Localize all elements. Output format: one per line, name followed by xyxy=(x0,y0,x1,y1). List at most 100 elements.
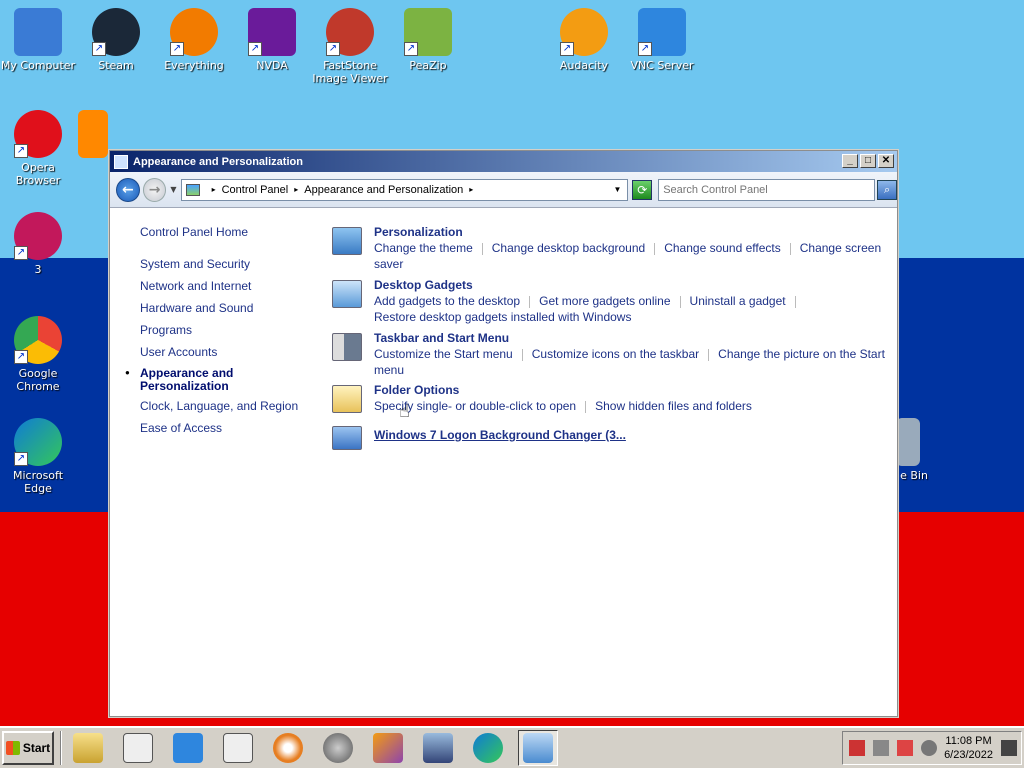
security-icon[interactable] xyxy=(849,740,865,756)
sidebar-item-ease[interactable]: Ease of Access xyxy=(140,417,298,439)
taskbar-earth[interactable] xyxy=(318,730,358,766)
star-icon: ↗ xyxy=(14,212,62,260)
edge-icon: ↗ xyxy=(14,418,62,466)
desktop-icon-everything[interactable]: ↗ Everything xyxy=(156,8,232,72)
back-button[interactable]: ← xyxy=(116,177,140,202)
category-title[interactable]: Folder Options xyxy=(374,383,897,398)
taskbar-icon xyxy=(332,333,362,361)
personalization-icon xyxy=(332,227,362,255)
control-panel-icon xyxy=(185,183,200,196)
start-button[interactable]: Start xyxy=(2,731,54,765)
vnc-icon xyxy=(173,733,203,763)
navigation-bar: ← → ▼ ▸ Control Panel ▸ Appearance and P… xyxy=(110,172,898,208)
start-label: Start xyxy=(22,741,51,755)
close-button[interactable]: ✕ xyxy=(878,154,894,168)
volume-icon[interactable] xyxy=(921,740,937,756)
minimize-button[interactable]: _ xyxy=(842,154,858,168)
taskbar-xnview[interactable] xyxy=(268,730,308,766)
control-panel-window: Appearance and Personalization _ □ ✕ ← →… xyxy=(109,150,898,717)
link-get-gadgets[interactable]: Get more gadgets online xyxy=(539,294,670,308)
link-change-background[interactable]: Change desktop background xyxy=(492,241,645,255)
vlc-icon xyxy=(78,110,108,158)
show-desktop-icon[interactable] xyxy=(1001,740,1017,756)
category-title[interactable]: Desktop Gadgets xyxy=(374,278,897,293)
chevron-right-icon[interactable]: ▸ xyxy=(469,185,473,194)
clock[interactable]: 11:08 PM 6/23/2022 xyxy=(944,734,993,762)
taskbar-control-panel[interactable] xyxy=(518,730,558,766)
sidebar: Control Panel Home System and Security N… xyxy=(125,221,298,439)
desktop-icon-my-computer[interactable]: My Computer xyxy=(0,8,76,72)
taskbar-edge[interactable] xyxy=(468,730,508,766)
link-add-gadgets[interactable]: Add gadgets to the desktop xyxy=(374,294,520,308)
desktop-icon-label: Steam xyxy=(98,59,134,72)
breadcrumb-appearance[interactable]: Appearance and Personalization xyxy=(304,184,463,196)
audacity-icon: ↗ xyxy=(560,8,608,56)
link-customize-taskbar-icons[interactable]: Customize icons on the taskbar xyxy=(532,347,699,361)
link-customize-start[interactable]: Customize the Start menu xyxy=(374,347,513,361)
taskbar-app1[interactable] xyxy=(118,730,158,766)
desktop-icon-vlc[interactable] xyxy=(78,110,108,161)
alert-icon[interactable] xyxy=(897,740,913,756)
desktop-icon-faststone[interactable]: ↗ FastStone Image Viewer xyxy=(312,8,388,85)
desktop-icon-audacity[interactable]: ↗ Audacity xyxy=(546,8,622,72)
address-bar[interactable]: ▸ Control Panel ▸ Appearance and Persona… xyxy=(180,178,629,201)
category-personalization: Personalization Change the theme Change d… xyxy=(332,225,897,272)
gadgets-icon xyxy=(332,280,362,308)
desktop-icon-3[interactable]: ↗ 3 xyxy=(0,212,76,276)
desktop-icon-nvda[interactable]: ↗ NVDA xyxy=(234,8,310,72)
category-title[interactable]: Windows 7 Logon Background Changer (3... xyxy=(374,424,897,443)
chevron-right-icon[interactable]: ▸ xyxy=(294,185,298,194)
search-button[interactable]: ⌕ xyxy=(877,179,898,200)
hand-cursor-icon: ☝ xyxy=(399,401,410,422)
sidebar-item-clock[interactable]: Clock, Language, and Region xyxy=(140,395,298,417)
link-change-sound[interactable]: Change sound effects xyxy=(664,241,781,255)
search-input[interactable] xyxy=(658,178,876,201)
sidebar-item-programs[interactable]: Programs xyxy=(140,319,298,341)
desktop-icon-steam[interactable]: ↗ Steam xyxy=(78,8,154,72)
network-icon[interactable] xyxy=(873,740,889,756)
link-change-theme[interactable]: Change the theme xyxy=(374,241,473,255)
breadcrumb-control-panel[interactable]: Control Panel xyxy=(222,184,289,196)
category-title[interactable]: Personalization xyxy=(374,225,897,240)
category-taskbar: Taskbar and Start Menu Customize the Sta… xyxy=(332,331,897,378)
desktop-icon-opera[interactable]: ↗ Opera Browser xyxy=(0,110,76,187)
taskbar-app2[interactable] xyxy=(218,730,258,766)
category-title[interactable]: Taskbar and Start Menu xyxy=(374,331,897,346)
recent-pages-dropdown[interactable]: ▼ xyxy=(170,185,176,194)
title-bar[interactable]: Appearance and Personalization _ □ ✕ xyxy=(110,151,897,172)
sidebar-item-system-security[interactable]: System and Security xyxy=(140,253,298,275)
clock-date: 6/23/2022 xyxy=(944,749,993,761)
sidebar-item-home[interactable]: Control Panel Home xyxy=(140,221,298,243)
desktop-icon-chrome[interactable]: ↗ Google Chrome xyxy=(0,316,76,393)
address-dropdown-icon[interactable]: ▼ xyxy=(614,185,622,194)
link-restore-gadgets[interactable]: Restore desktop gadgets installed with W… xyxy=(374,310,631,324)
desktop-icon-peazip[interactable]: ↗ PeaZip xyxy=(390,8,466,72)
taskbar-app3[interactable] xyxy=(368,730,408,766)
folder-icon xyxy=(332,385,362,413)
sidebar-item-hardware[interactable]: Hardware and Sound xyxy=(140,297,298,319)
taskbar-network[interactable] xyxy=(418,730,458,766)
sidebar-item-appearance[interactable]: Appearance and Personalization xyxy=(125,363,298,395)
steam-icon: ↗ xyxy=(92,8,140,56)
category-desktop-gadgets: Desktop Gadgets Add gadgets to the deskt… xyxy=(332,278,897,325)
maximize-button[interactable]: □ xyxy=(860,154,876,168)
sidebar-item-user-accounts[interactable]: User Accounts xyxy=(140,341,298,363)
forward-button[interactable]: → xyxy=(142,177,167,202)
desktop-icon-vnc-server[interactable]: ↗ VNC Server xyxy=(624,8,700,72)
chevron-right-icon[interactable]: ▸ xyxy=(212,185,216,194)
taskbar-vnc[interactable] xyxy=(168,730,208,766)
desktop-icon-label: Microsoft Edge xyxy=(12,469,64,495)
recycle-bin-icon xyxy=(896,418,920,466)
link-show-hidden-files[interactable]: Show hidden files and folders xyxy=(595,399,752,413)
link-uninstall-gadget[interactable]: Uninstall a gadget xyxy=(690,294,786,308)
clock-time: 11:08 PM xyxy=(945,735,992,747)
desktop-icon-edge[interactable]: ↗ Microsoft Edge xyxy=(0,418,76,495)
vnc-icon: ↗ xyxy=(638,8,686,56)
desktop-icon-label: NVDA xyxy=(256,59,288,72)
sidebar-item-network[interactable]: Network and Internet xyxy=(140,275,298,297)
refresh-button[interactable]: ⟳ xyxy=(632,179,653,200)
control-panel-icon xyxy=(523,733,553,763)
desktop-icon-label: Google Chrome xyxy=(16,367,60,393)
taskbar-explorer[interactable] xyxy=(68,730,108,766)
monitor-icon xyxy=(332,426,362,450)
